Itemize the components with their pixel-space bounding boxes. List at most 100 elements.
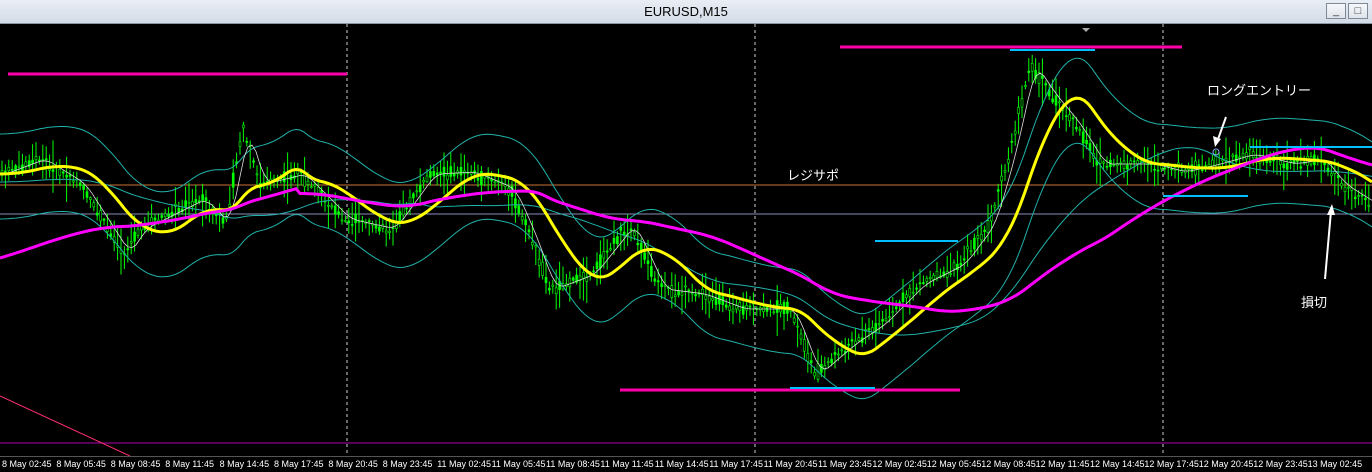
candle-body <box>476 177 480 181</box>
candle-body <box>612 237 616 244</box>
candle-body <box>1214 155 1218 166</box>
time-axis: 8 May 02:45 8 May 05:45 8 May 08:45 8 May 1… <box>0 456 1372 472</box>
candle-body <box>959 262 963 266</box>
time-axis-label: 8 May 11:45 <box>165 459 215 469</box>
candle-body <box>1000 175 1003 182</box>
candle-body <box>398 211 402 221</box>
candle-body <box>327 204 330 207</box>
candle-body <box>857 337 861 341</box>
candle-body <box>670 285 674 298</box>
candle-body <box>1357 195 1360 197</box>
candle-body <box>520 216 524 221</box>
candle-body <box>82 184 85 190</box>
candle-body <box>1282 163 1286 169</box>
candle-body <box>592 270 595 273</box>
candle-body <box>340 219 344 222</box>
candle-body <box>1330 173 1333 177</box>
candle-body <box>684 285 687 288</box>
candle-body <box>748 305 752 308</box>
candle-body <box>891 311 895 314</box>
candle-body <box>1343 186 1347 193</box>
candle-body <box>996 189 1000 192</box>
candle-body <box>38 159 41 162</box>
candle-body <box>629 228 633 231</box>
candle-body <box>449 166 453 177</box>
candle-body <box>707 295 711 303</box>
candle-body <box>1105 165 1109 168</box>
candle-body <box>724 304 728 308</box>
price-chart[interactable] <box>0 24 1372 456</box>
candle-body <box>1231 154 1235 157</box>
candle-body <box>0 170 4 173</box>
candle-body <box>1347 186 1350 189</box>
candle-body <box>252 160 255 163</box>
candle-body <box>986 220 990 233</box>
candle-body <box>925 278 929 282</box>
candle-body <box>772 311 776 314</box>
candle-body <box>228 203 232 208</box>
candle-body <box>1340 183 1343 187</box>
candle-body <box>1030 63 1034 72</box>
candle-body <box>197 200 201 203</box>
candle-body <box>966 246 969 250</box>
time-axis-label: 12 May 11:45 <box>1035 459 1090 469</box>
candle-body <box>969 250 973 252</box>
candle-body <box>194 199 198 203</box>
candle-body <box>1020 98 1024 108</box>
candle-body <box>877 323 881 326</box>
chart-window-titlebar[interactable]: EURUSD,M15 _ □ <box>0 0 1372 24</box>
candle-body <box>1156 169 1160 172</box>
candle-body <box>745 305 748 311</box>
candle-body <box>514 198 517 209</box>
time-axis-label: 11 May 05:45 <box>491 459 546 469</box>
candle-body <box>7 167 11 171</box>
candle-body <box>1245 152 1248 160</box>
candle-body <box>48 168 51 171</box>
candle-body <box>1054 95 1058 106</box>
candle-body <box>330 205 334 208</box>
candle-body <box>537 258 541 266</box>
candle-body <box>979 233 983 241</box>
candle-body <box>405 207 408 210</box>
candle-body <box>401 206 405 216</box>
time-axis-label: 12 May 14:45 <box>1090 459 1145 469</box>
candle-body <box>884 318 888 322</box>
candle-body <box>935 271 939 278</box>
candle-body <box>663 284 667 287</box>
maximize-button[interactable]: □ <box>1348 3 1368 19</box>
candle-body <box>571 277 575 281</box>
candle-body <box>837 353 840 356</box>
candle-body <box>905 294 908 299</box>
candle-body <box>826 361 830 364</box>
candle-body <box>316 186 320 194</box>
time-axis-label: 12 May 23:45 <box>1253 459 1308 469</box>
candle-body <box>10 169 14 171</box>
candle-body <box>153 217 157 221</box>
candle-body <box>99 210 102 222</box>
candle-body <box>1170 168 1173 170</box>
candle-body <box>616 236 619 245</box>
candle-body <box>1153 168 1156 171</box>
candle-body <box>1085 139 1088 145</box>
candle-body <box>660 283 663 287</box>
candle-body <box>1353 196 1357 200</box>
candle-body <box>354 213 357 224</box>
time-axis-label: 12 May 02:45 <box>872 459 927 469</box>
candle-body <box>1007 159 1010 164</box>
candle-body <box>1071 117 1075 120</box>
candle-body <box>945 271 949 278</box>
candle-body <box>429 171 432 178</box>
candle-body <box>534 245 538 248</box>
candle-body <box>408 196 412 205</box>
candle-body <box>422 179 425 183</box>
candle-body <box>711 297 714 301</box>
candle-body <box>908 288 912 297</box>
candle-body <box>439 171 442 174</box>
candle-body <box>493 181 497 184</box>
time-axis-label: 11 May 23:45 <box>818 459 872 469</box>
candle-body <box>1360 194 1364 197</box>
candle-body <box>847 343 850 346</box>
minimize-button[interactable]: _ <box>1326 3 1346 19</box>
candle-body <box>163 213 167 217</box>
candle-body <box>425 175 429 182</box>
